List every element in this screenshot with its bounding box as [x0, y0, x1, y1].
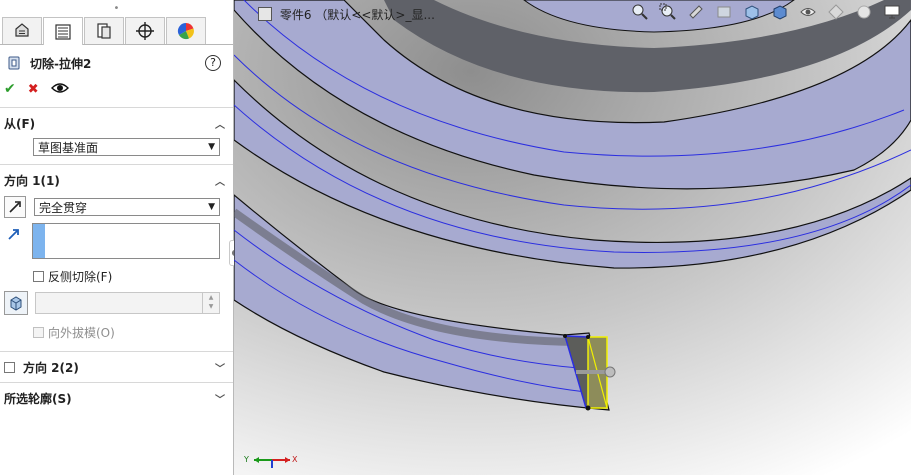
- display-manager-icon: [177, 22, 194, 40]
- direction2-checkbox[interactable]: [4, 361, 15, 373]
- property-manager-panel: • 切除-拉伸2 ? ✔ ✖ 从(F) ︿ 草图基准面 ▼ 方向 1(1) ︿ …: [0, 0, 234, 475]
- dropdown-arrow-icon: ▼: [208, 202, 215, 212]
- reverse-direction-icon: [9, 201, 21, 213]
- part-icon: [258, 7, 272, 21]
- tab-feature-manager[interactable]: [2, 17, 42, 44]
- cancel-button[interactable]: ✖: [28, 82, 39, 97]
- chevron-up-icon: ︿: [215, 119, 225, 131]
- selection-focus-bar: [33, 224, 45, 258]
- feature-header: 切除-拉伸2: [0, 49, 233, 77]
- document-title-text: 零件6 （默认<<默认>_显...: [279, 8, 435, 22]
- spinner-up-icon: ▲: [208, 294, 214, 301]
- graphics-area[interactable]: 零件6 （默认<<默认>_显... Y X: [234, 0, 911, 475]
- triad-y-label: Y: [243, 455, 249, 464]
- tab-display-manager[interactable]: [166, 17, 206, 44]
- edit-appearance-icon[interactable]: [827, 3, 845, 21]
- manager-tabs: [0, 17, 233, 45]
- view-settings-icon[interactable]: [883, 3, 901, 21]
- draft-outward-option: 向外拔模(O): [0, 315, 233, 351]
- from-select-value: 草图基准面: [38, 140, 99, 155]
- extruded-cut-icon: [8, 56, 20, 70]
- reverse-direction-button[interactable]: [4, 196, 26, 218]
- flip-side-cut-label: 反侧切除(F): [48, 269, 113, 284]
- draft-icon: [10, 296, 22, 311]
- from-section-header[interactable]: 从(F) ︿: [0, 107, 233, 138]
- direction1-section-label: 方向 1(1): [4, 173, 60, 188]
- selected-contours-section-header[interactable]: 所选轮廓(S) ﹀: [0, 382, 233, 413]
- chevron-down-icon: ﹀: [215, 363, 225, 375]
- tab-configuration-manager[interactable]: [84, 17, 124, 44]
- draft-outward-checkbox: [33, 326, 44, 338]
- eye-icon: [50, 82, 69, 93]
- dropdown-arrow-icon: ▼: [208, 142, 215, 152]
- direction-arrow-icon: [4, 223, 24, 241]
- zoom-to-area-icon[interactable]: [659, 3, 677, 21]
- section-view-icon[interactable]: [715, 3, 733, 21]
- chevron-up-icon: ︿: [215, 176, 225, 188]
- feature-title: 切除-拉伸2: [30, 56, 92, 71]
- direction1-section-header[interactable]: 方向 1(1) ︿: [0, 164, 233, 195]
- action-buttons: ✔ ✖: [0, 77, 233, 101]
- feature-manager-icon: [15, 23, 29, 37]
- document-title: 零件6 （默认<<默认>_显...: [258, 6, 435, 23]
- heads-up-toolbar: [631, 3, 901, 21]
- zoom-to-fit-icon[interactable]: [631, 3, 649, 21]
- draft-angle-spinner: ▲ ▼: [35, 292, 220, 314]
- triad-x-label: X: [292, 455, 298, 464]
- end-condition-select[interactable]: 完全贯穿 ▼: [34, 198, 220, 216]
- from-select[interactable]: 草图基准面 ▼: [33, 138, 220, 156]
- detailed-preview-button[interactable]: [50, 82, 69, 97]
- tab-property-manager[interactable]: [43, 17, 83, 45]
- configuration-manager-icon: [97, 23, 111, 39]
- reference-triad: Y X: [242, 452, 302, 471]
- display-style-icon[interactable]: [771, 3, 789, 21]
- apply-scene-icon[interactable]: [855, 3, 873, 21]
- help-icon[interactable]: ?: [205, 55, 221, 71]
- draft-outward-label: 向外拔模(O): [48, 325, 115, 340]
- tab-dimxpert-manager[interactable]: [125, 17, 165, 44]
- draft-toggle-button[interactable]: [4, 291, 28, 315]
- hide-show-items-icon[interactable]: [799, 3, 817, 21]
- direction2-section-header[interactable]: 方向 2(2) ﹀: [0, 351, 233, 382]
- selected-contours-label: 所选轮廓(S): [4, 391, 72, 406]
- chevron-down-icon: ﹀: [215, 394, 225, 406]
- previous-view-icon[interactable]: [687, 3, 705, 21]
- dimxpert-icon: [136, 22, 154, 40]
- view-orientation-icon[interactable]: [743, 3, 761, 21]
- direction2-section-label: 方向 2(2): [23, 360, 79, 375]
- model-view: [234, 0, 911, 475]
- flip-side-cut-checkbox[interactable]: [33, 270, 44, 282]
- ok-button[interactable]: ✔: [4, 81, 16, 97]
- end-condition-value: 完全贯穿: [39, 200, 88, 215]
- spinner-down-icon: ▼: [208, 303, 214, 310]
- flip-side-cut-option[interactable]: 反侧切除(F): [0, 259, 233, 285]
- from-section-label: 从(F): [4, 116, 36, 131]
- property-manager-icon: [55, 23, 71, 40]
- direction-selection-box[interactable]: [32, 223, 220, 259]
- panel-grip[interactable]: •: [0, 0, 233, 17]
